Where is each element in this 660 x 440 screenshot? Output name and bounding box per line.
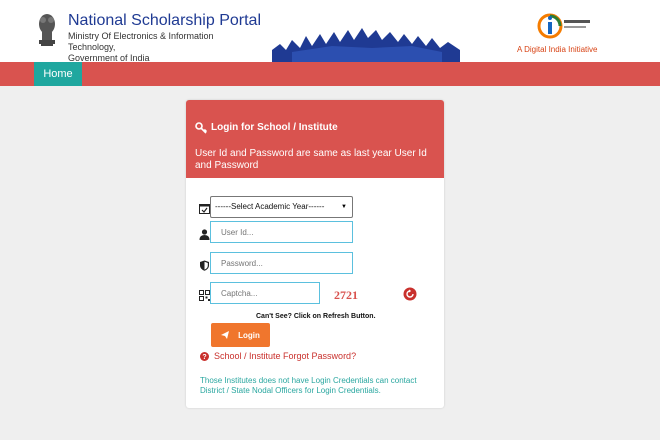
ministry-text: Ministry Of Electronics & Information Te… bbox=[68, 31, 258, 64]
forgot-password-link[interactable]: School / Institute Forgot Password? bbox=[214, 351, 356, 361]
password-input[interactable] bbox=[210, 252, 353, 274]
dropdown-caret-icon: ▼ bbox=[341, 204, 347, 210]
nav-home-link[interactable]: Home bbox=[34, 62, 82, 86]
question-circle-icon: ? bbox=[200, 352, 209, 361]
ministry-line-1: Ministry Of Electronics & Information Te… bbox=[68, 31, 214, 52]
qr-icon bbox=[199, 290, 210, 301]
cant-see-hint: Can't See? Click on Refresh Button. bbox=[256, 313, 376, 320]
academic-year-selected: ------Select Academic Year------ bbox=[215, 202, 325, 211]
login-panel: Login for School / Institute User Id and… bbox=[186, 100, 444, 408]
captcha-text: 2721 bbox=[334, 288, 358, 302]
portal-title: National Scholarship Portal bbox=[68, 12, 261, 29]
login-panel-header: Login for School / Institute User Id and… bbox=[186, 100, 444, 178]
top-navbar: Home bbox=[0, 62, 660, 86]
user-icon bbox=[199, 229, 210, 240]
digital-india-tagline: A Digital India Initiative bbox=[517, 45, 598, 54]
academic-year-select[interactable]: ------Select Academic Year------ ▼ bbox=[210, 196, 353, 218]
login-title: Login for School / Institute bbox=[211, 122, 338, 133]
captcha-input[interactable] bbox=[210, 282, 320, 304]
national-emblem-icon bbox=[39, 14, 55, 46]
login-button-label: Login bbox=[238, 330, 260, 340]
shield-icon bbox=[200, 260, 209, 271]
paper-plane-icon bbox=[221, 330, 230, 339]
login-button[interactable]: Login bbox=[211, 323, 270, 347]
digital-india-logo bbox=[537, 13, 590, 39]
svg-text:?: ? bbox=[202, 354, 206, 361]
site-header: National Scholarship Portal Ministry Of … bbox=[0, 0, 660, 64]
refresh-icon[interactable] bbox=[403, 287, 417, 301]
login-note: User Id and Password are same as last ye… bbox=[195, 148, 427, 171]
graduates-skyline-banner bbox=[272, 28, 460, 62]
contact-note: Those Institutes does not have Login Cre… bbox=[200, 376, 417, 395]
captcha-image: 2721 bbox=[334, 288, 358, 302]
key-icon bbox=[195, 122, 207, 134]
user-id-input[interactable] bbox=[210, 221, 353, 243]
calendar-icon bbox=[199, 204, 210, 214]
